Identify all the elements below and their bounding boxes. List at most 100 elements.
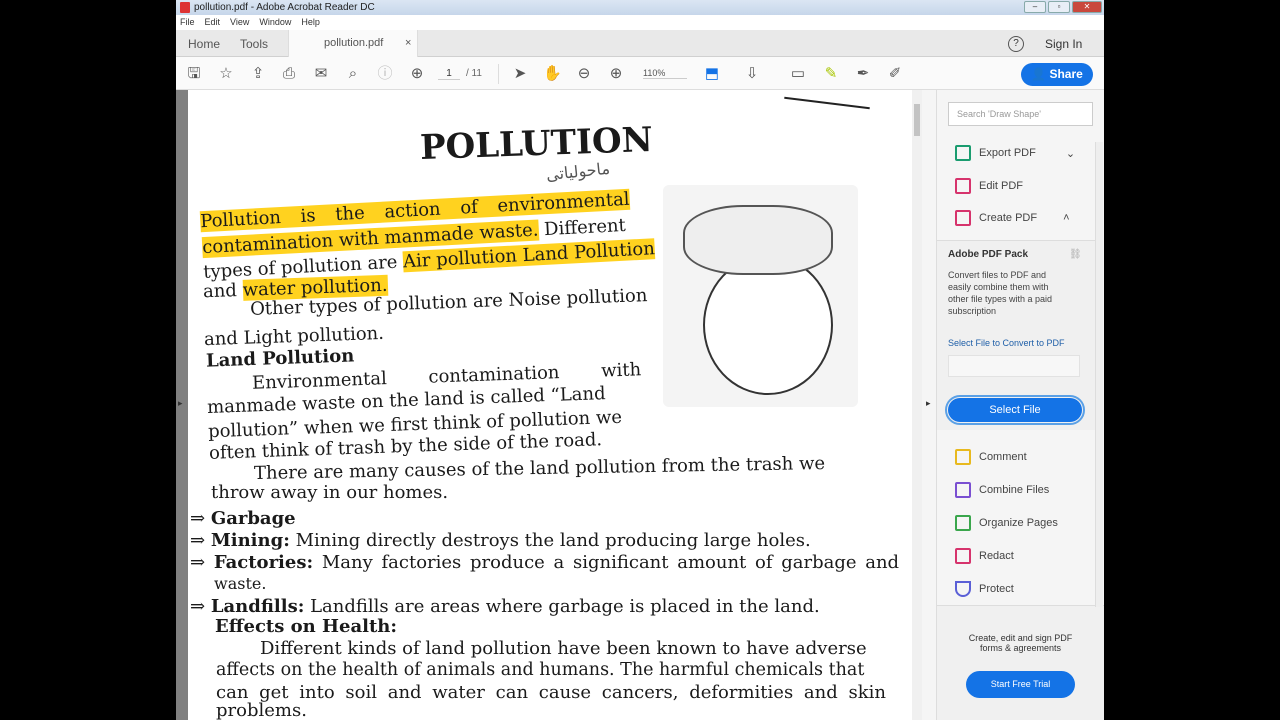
scroll-mode-icon[interactable]: ⇩ — [743, 65, 761, 83]
tools-search-input[interactable]: Search 'Draw Shape' — [948, 102, 1093, 126]
page-number-input[interactable]: 1 — [438, 68, 460, 80]
page-total: / 11 — [466, 68, 482, 79]
collapse-arrow-icon[interactable]: ▸ — [926, 398, 931, 409]
tool-export-pdf[interactable]: Export PDF ⌄ — [955, 145, 1075, 161]
tool-edit-pdf[interactable]: Edit PDF — [955, 178, 1023, 194]
sign-pen-icon[interactable]: ✒ — [854, 65, 872, 83]
share-button[interactable]: 👤 Share — [1021, 63, 1093, 86]
section-heading-effects: Effects on Health: — [215, 616, 397, 637]
chevron-down-icon: ⌄ — [1065, 147, 1076, 160]
scrollbar-thumb[interactable] — [914, 104, 920, 136]
bookmark-star-icon[interactable]: ☆ — [217, 65, 235, 83]
doc-line: Different — [543, 214, 627, 241]
tab-home[interactable]: Home — [188, 37, 220, 51]
bullet-text: Landfills are areas where garbage is pla… — [304, 596, 820, 617]
menu-window[interactable]: Window — [259, 15, 291, 30]
doc-line: Different kinds of land pollution have b… — [260, 638, 867, 659]
chevron-up-icon: ˄ — [1063, 212, 1070, 224]
menu-view[interactable]: View — [230, 15, 249, 30]
previous-page-icon[interactable]: ⓘ — [376, 65, 394, 83]
menu-edit[interactable]: Edit — [205, 15, 221, 30]
upload-cloud-icon[interactable]: ⇪ — [249, 65, 267, 83]
next-page-icon[interactable]: ⊕ — [408, 65, 426, 83]
promo-panel — [937, 605, 1104, 720]
comment-tool-icon — [955, 449, 971, 465]
cloud-link-icon: ⛓ — [1069, 249, 1082, 260]
edit-pdf-icon — [955, 178, 971, 194]
print-icon[interactable]: ⎙ — [280, 65, 298, 83]
sign-in-link[interactable]: Sign In — [1045, 37, 1082, 51]
tab-bar: Home Tools pollution.pdf × ? Sign In — [176, 30, 1104, 58]
document-viewport[interactable]: ▸ POLLUTION ماحولیاتی Pollution is the a… — [176, 90, 912, 720]
bullet-term: Mining: — [210, 530, 290, 551]
document-scrollbar[interactable] — [912, 90, 922, 720]
close-tab-button[interactable]: × — [405, 37, 411, 49]
bullet-term: Landfills: — [210, 596, 305, 617]
promo-text: Create, edit and sign PDF forms & agreem… — [968, 633, 1073, 653]
share-label: Share — [1049, 67, 1083, 81]
tool-label: Comment — [979, 451, 1027, 463]
pdf-app-icon — [180, 2, 190, 13]
maximize-button[interactable]: ▫ — [1048, 1, 1070, 13]
tools-pane: Search 'Draw Shape' Export PDF ⌄ Edit PDF… — [937, 90, 1104, 720]
export-pdf-icon — [955, 145, 971, 161]
help-icon[interactable]: ? — [1008, 36, 1024, 52]
section-heading-land-pollution: Land Pollution — [205, 345, 355, 372]
tool-combine-files[interactable]: Combine Files — [955, 482, 1049, 498]
protect-shield-icon — [955, 581, 971, 597]
start-free-trial-button[interactable]: Start Free Trial — [966, 671, 1075, 698]
tool-protect[interactable]: Protect — [955, 581, 1014, 597]
doc-line: affects on the health of animals and hum… — [216, 660, 865, 680]
doc-line: can get into soil and water can cause ca… — [216, 682, 886, 703]
tool-label: Combine Files — [979, 484, 1050, 496]
tool-create-pdf[interactable]: Create PDF ˄ — [955, 210, 1070, 226]
zoom-level-select[interactable]: 110% — [643, 68, 687, 79]
save-icon[interactable]: 🖫 — [185, 65, 203, 83]
fit-page-icon[interactable]: ⬒ — [703, 65, 721, 83]
tool-comment[interactable]: Comment — [955, 449, 1027, 465]
select-file-button[interactable]: Select File — [945, 395, 1085, 425]
tool-redact[interactable]: Redact — [955, 548, 1014, 564]
tool-label: Create PDF — [979, 212, 1038, 224]
tool-label: Export PDF — [979, 147, 1036, 159]
tab-tools[interactable]: Tools — [240, 37, 268, 51]
hand-tool-icon[interactable]: ✋ — [543, 65, 562, 83]
left-panel-expand-icon[interactable]: ▸ — [178, 398, 183, 409]
highlighter-icon[interactable]: ✎ — [822, 65, 840, 83]
polluted-earth-illustration — [663, 185, 858, 407]
tool-organize-pages[interactable]: Organize Pages — [955, 515, 1058, 531]
doc-line: problems. — [216, 700, 307, 720]
doc-line: and Light pollution. — [203, 322, 385, 351]
select-cursor-icon[interactable]: ➤ — [511, 65, 529, 83]
arrow-bullet: ⇒ — [190, 552, 206, 573]
fill-sign-icon[interactable]: ✐ — [886, 65, 904, 83]
tools-pane-scrollbar[interactable] — [1095, 142, 1103, 607]
close-window-button[interactable]: ✕ — [1072, 1, 1102, 13]
comment-icon[interactable]: ▭ — [789, 65, 807, 83]
doc-line: throw away in our homes. — [211, 482, 449, 503]
redact-icon — [955, 548, 971, 564]
tab-document[interactable]: pollution.pdf × — [288, 30, 418, 58]
title-bar: pollution.pdf - Adobe Acrobat Reader DC … — [176, 0, 1104, 15]
scribble-line — [784, 96, 870, 110]
right-pane-toggle[interactable]: ▸ — [922, 90, 937, 720]
zoom-in-icon[interactable]: ⊕ — [607, 65, 625, 83]
tool-label: Redact — [979, 550, 1014, 562]
search-zoom-icon[interactable]: ⌕ — [344, 65, 362, 83]
menu-help[interactable]: Help — [301, 15, 320, 30]
bullet-term: Factories: — [213, 552, 314, 573]
minimize-button[interactable]: – — [1024, 1, 1046, 13]
pdf-page: POLLUTION ماحولیاتی Pollution is the act… — [188, 90, 912, 720]
email-icon[interactable]: ✉ — [312, 65, 330, 83]
arrow-bullet: ⇒ — [190, 530, 206, 551]
bullet-text: Many factories produce a significant amo… — [313, 552, 900, 573]
doc-line: and — [202, 280, 238, 303]
tool-label: Protect — [979, 583, 1014, 595]
zoom-out-icon[interactable]: ⊖ — [575, 65, 593, 83]
create-pdf-icon — [955, 210, 971, 226]
tool-label: Organize Pages — [979, 517, 1058, 529]
share-user-icon: 👤 — [1031, 67, 1050, 81]
organize-pages-icon — [955, 515, 971, 531]
menu-file[interactable]: File — [180, 15, 195, 30]
file-drop-field[interactable] — [948, 355, 1080, 377]
